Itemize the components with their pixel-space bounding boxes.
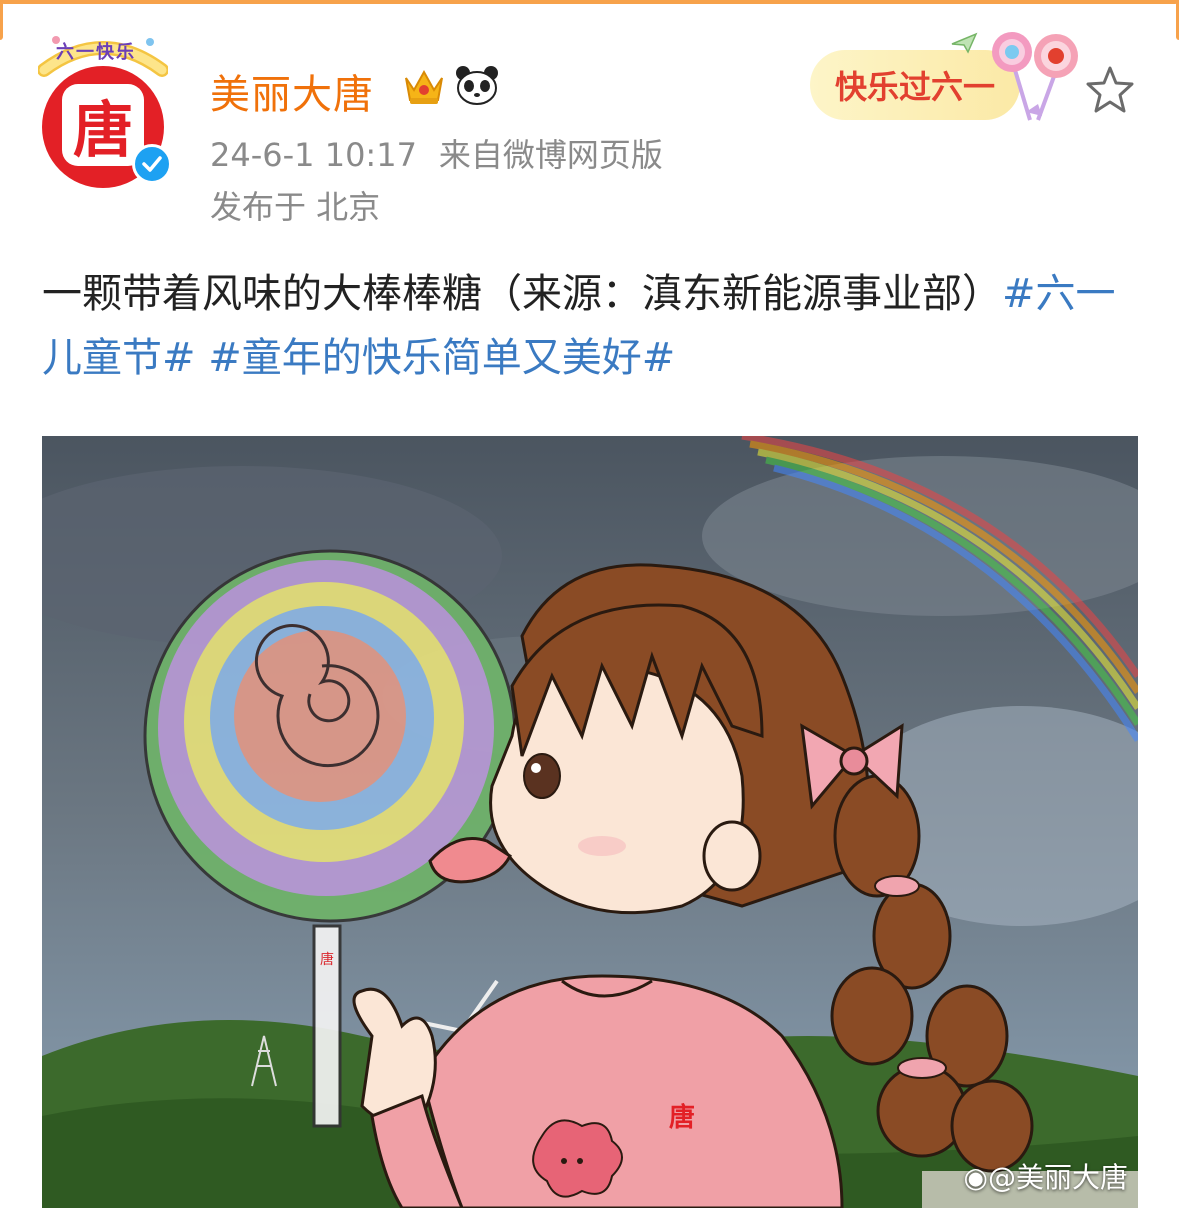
stick-logo: 唐 [320,951,334,968]
topic-link-2[interactable]: #童年的快乐简单又美好# [208,335,675,381]
watermark-text: @美丽大唐 [987,1161,1128,1194]
verified-icon [132,144,172,184]
panda-badge-icon [456,66,498,105]
post-body: 一颗带着风味的大棒棒糖（来源：滇东新能源事业部） [42,271,1002,317]
avatar-frame-text: 六一快乐 [56,42,136,63]
sticker-text: 快乐过六一 [834,68,995,106]
top-frame-border [0,0,1179,4]
children-day-sticker: 快乐过六一 [810,20,1085,130]
timestamp: 24-6-1 10:17 [210,136,417,174]
illustration: 唐 唐 [42,436,1138,1208]
lollipop-sticker-icon [992,32,1078,121]
weibo-watermark: ◉@美丽大唐 [964,1156,1128,1196]
paper-plane-icon [951,32,978,54]
avatar-logo-text: 唐 [73,95,133,166]
post-meta: 24-6-1 10:17 来自微博网页版 [210,130,685,176]
left-frame-border [0,0,3,40]
username[interactable]: 美丽大唐 [210,62,374,120]
tang-logo-icon: 唐 [62,84,144,166]
crown-badge-icon [405,69,443,104]
post-text: 一颗带着风味的大棒棒糖（来源：滇东新能源事业部）#六一儿童节# #童年的快乐简单… [42,262,1142,390]
sticker-pill: 快乐过六一 [810,50,1020,120]
weibo-icon: ◉ [963,1161,988,1194]
avatar[interactable]: 唐 六一快乐 [38,36,172,188]
location: 发布于 北京 [210,188,381,226]
post-source: 来自微博网页版 [438,136,663,174]
shirt-logo: 唐 [669,1102,695,1133]
favorite-star-icon[interactable] [1084,64,1136,116]
post-image[interactable]: 唐 唐 ◉@美丽大唐 [42,436,1138,1208]
